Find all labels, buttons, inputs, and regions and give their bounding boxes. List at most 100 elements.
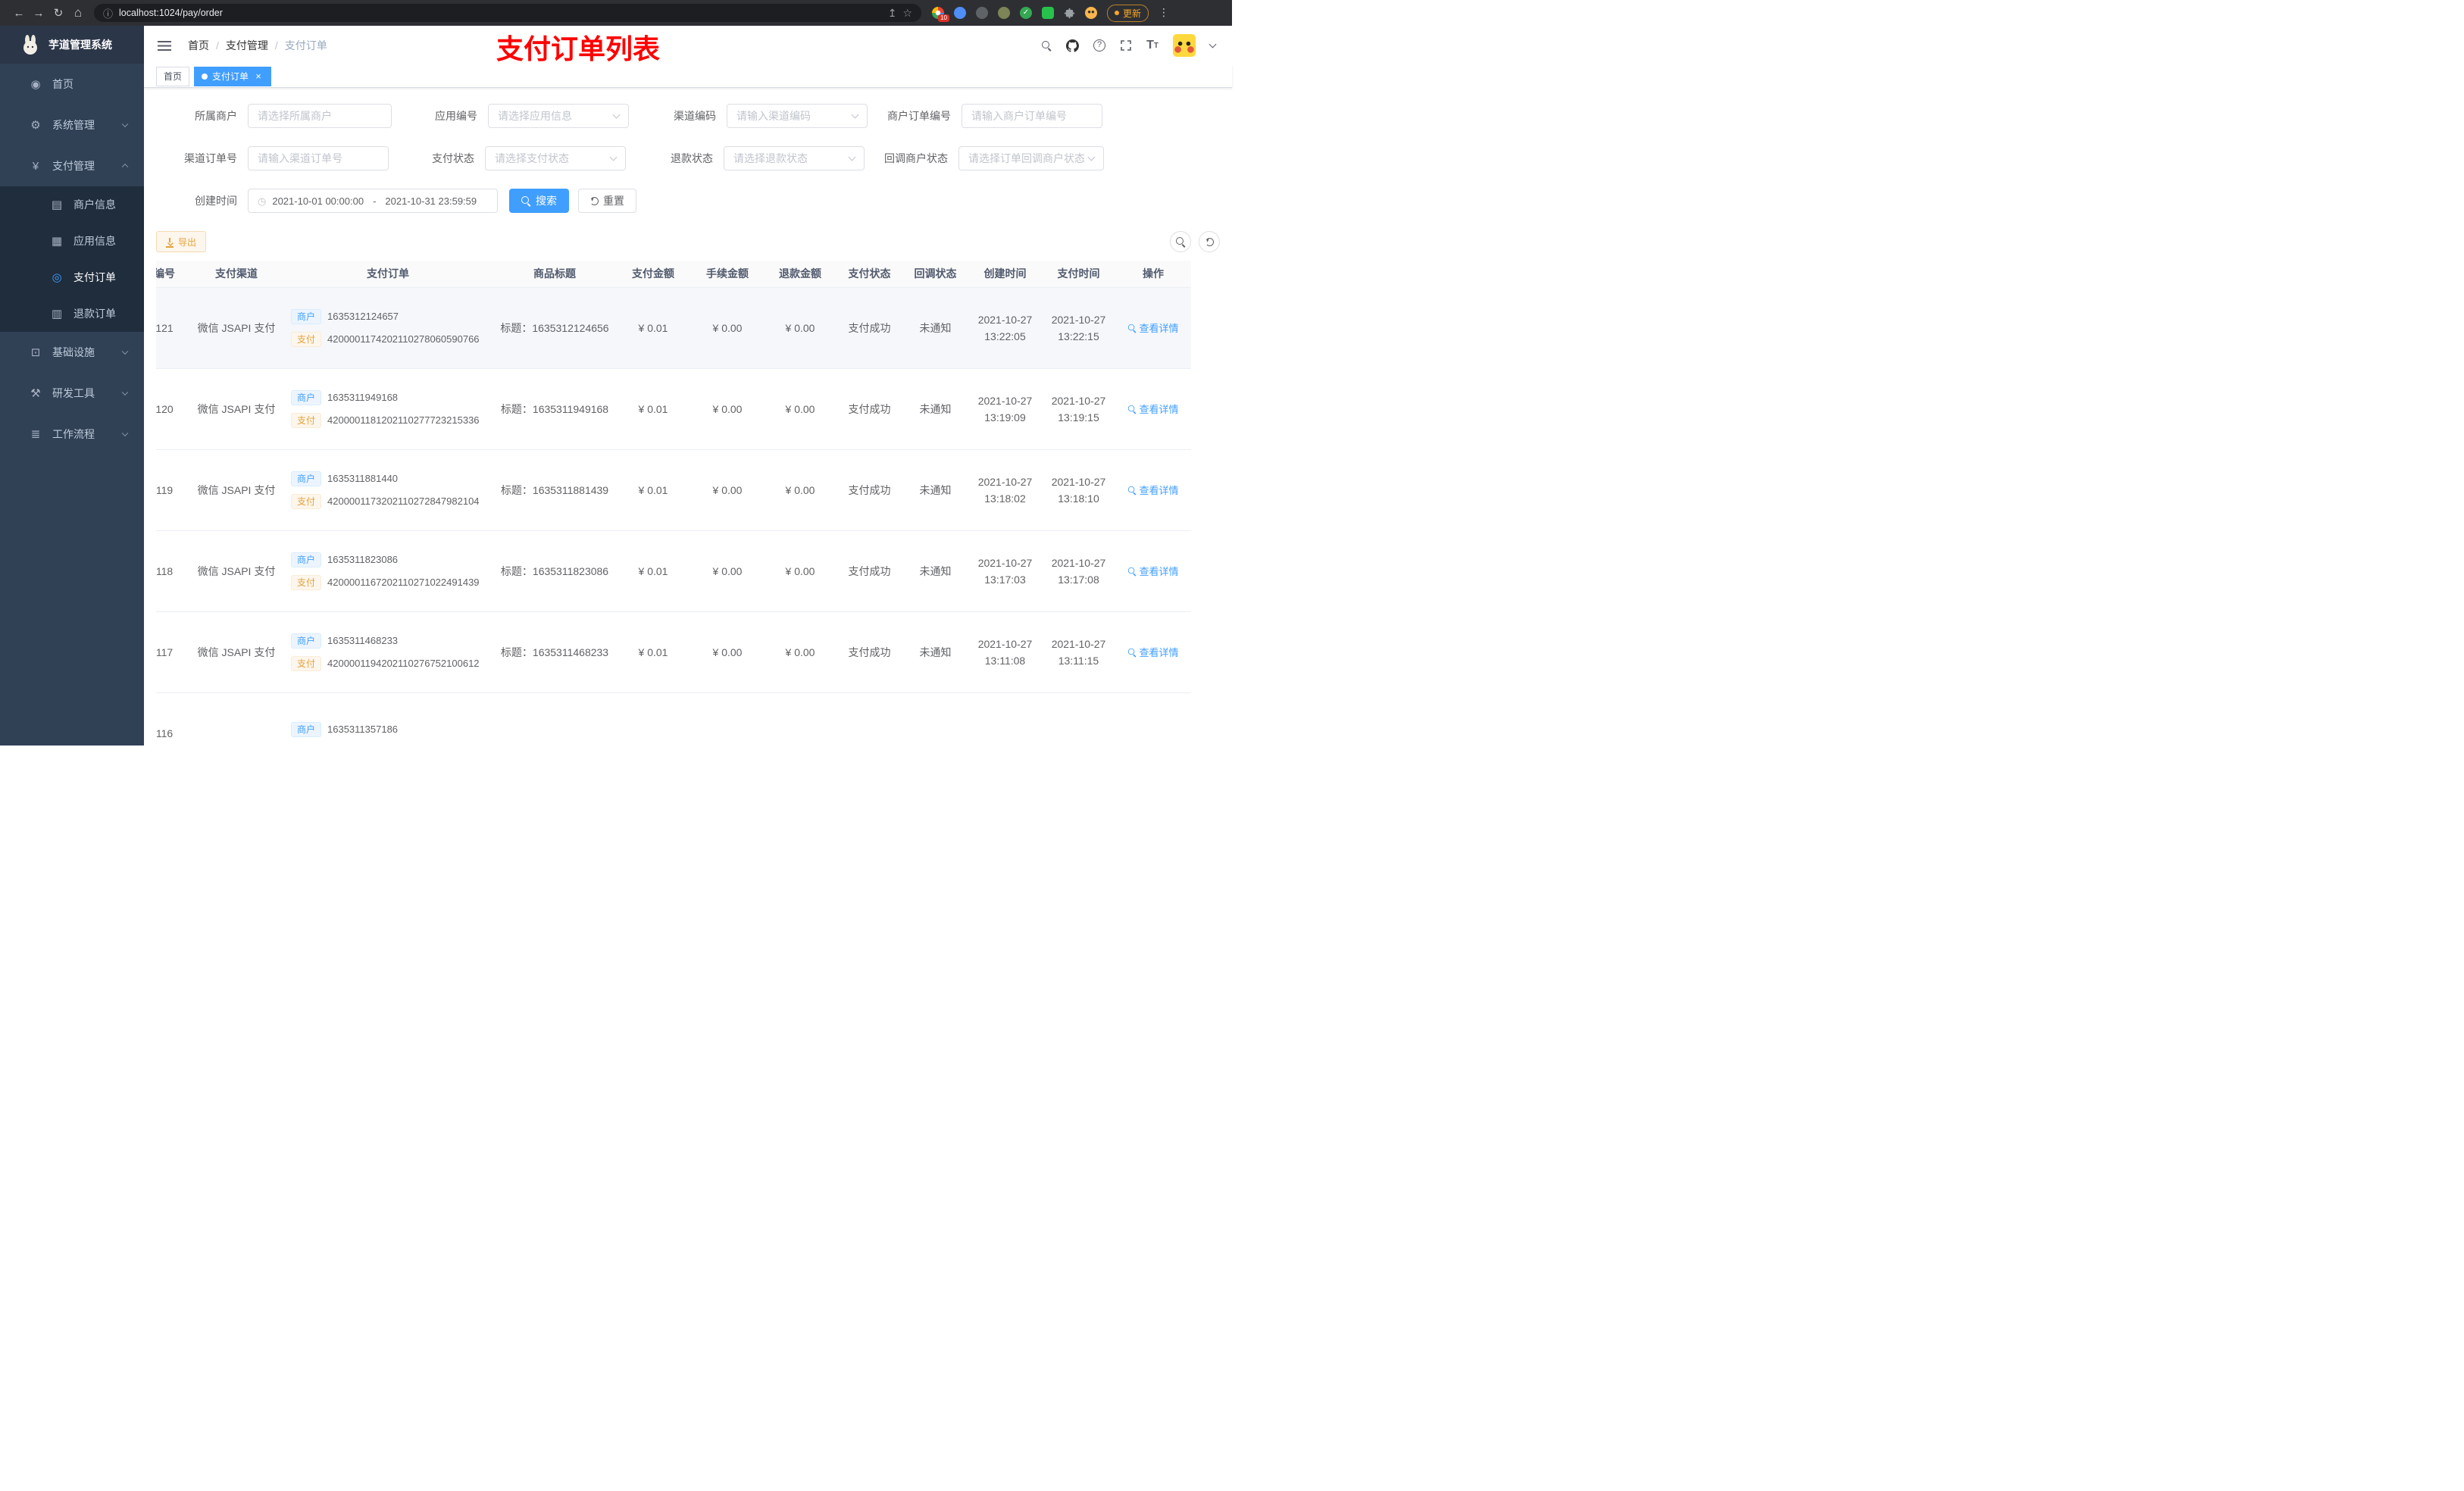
sidebar-item-system[interactable]: ⚙ 系统管理 <box>0 105 144 145</box>
date-separator: - <box>373 195 377 207</box>
date-start-value[interactable]: 2021-10-01 00:00:00 <box>272 195 364 207</box>
extension-icon[interactable]: 10 <box>932 7 949 22</box>
sidebar-item-dev-tools[interactable]: ⚒ 研发工具 <box>0 373 144 414</box>
cell-pay-order: 商户 1635311949168 支付 42000011812021102777… <box>282 368 494 450</box>
cell-title: 标题：1635311468233 <box>494 611 615 693</box>
refund-status-select[interactable]: 请选择退款状态 <box>724 146 865 170</box>
pay-status-select[interactable]: 请选择支付状态 <box>485 146 626 170</box>
extension-icon[interactable] <box>1042 7 1054 19</box>
tab-pay-order[interactable]: 支付订单 <box>194 66 272 86</box>
cell-pay-time: 2021-10-27 13:17:08 <box>1042 530 1115 612</box>
merchant-select[interactable]: 请选择所属商户 <box>248 104 392 128</box>
app-select[interactable]: 请选择应用信息 <box>488 104 629 128</box>
github-link[interactable] <box>1066 39 1080 52</box>
extensions-puzzle-icon[interactable] <box>1064 8 1075 19</box>
cell-channel: 微信 JSAPI 支付 <box>191 368 282 450</box>
forward-icon[interactable] <box>29 3 48 23</box>
pay-tag: 支付 <box>291 574 322 590</box>
sidebar-item-home[interactable]: ◉ 首页 <box>0 64 144 105</box>
refresh-icon <box>590 196 599 205</box>
extension-icon[interactable] <box>1020 7 1032 19</box>
app-grid-icon: ▦ <box>51 235 63 248</box>
col-pay-time: 支付时间 <box>1042 261 1115 288</box>
sidebar-item-merchant-info[interactable]: ▤ 商户信息 <box>0 186 144 223</box>
filter-form: 所属商户 请选择所属商户 应用编号 请选择应用信息 渠道编码 请输入渠道编码 商… <box>144 88 1232 213</box>
back-icon[interactable] <box>9 3 29 23</box>
profile-avatar-icon[interactable] <box>1085 7 1097 19</box>
share-icon[interactable] <box>888 7 897 20</box>
sidebar-item-workflow[interactable]: ≣ 工作流程 <box>0 414 144 455</box>
create-time-range-picker[interactable]: 2021-10-01 00:00:00 - 2021-10-31 23:59:5… <box>248 189 498 213</box>
browser-update-button[interactable]: 更新 <box>1107 4 1149 22</box>
cell-notify-status: 未通知 <box>902 287 968 369</box>
view-detail-link[interactable]: 查看详情 <box>1127 483 1179 497</box>
notify-status-select[interactable]: 请选择订单回调商户状态 <box>958 146 1104 170</box>
view-detail-label: 查看详情 <box>1139 485 1179 496</box>
select-caret-icon <box>848 153 856 161</box>
url-text[interactable]: localhost:1024/pay/order <box>119 8 882 18</box>
home-icon[interactable] <box>68 3 88 23</box>
fullscreen-button[interactable] <box>1120 39 1132 52</box>
reset-button[interactable]: 重置 <box>578 189 636 213</box>
close-icon[interactable] <box>253 70 264 82</box>
table-header-row: 编号 支付渠道 支付订单 商品标题 支付金额 手续金额 退款金额 支付状态 回调… <box>156 261 1191 288</box>
site-info-icon[interactable] <box>103 6 113 20</box>
sidebar-item-refund-order[interactable]: ▥ 退款订单 <box>0 295 144 332</box>
sidebar-item-app-info[interactable]: ▦ 应用信息 <box>0 223 144 259</box>
rabbit-logo-icon <box>23 35 37 55</box>
header-actions <box>1042 34 1232 57</box>
channel-pay-no: 4200001181202110277723215336 <box>327 414 480 426</box>
header-search-button[interactable] <box>1042 40 1052 51</box>
merchant-tag: 商户 <box>291 389 322 405</box>
help-button[interactable] <box>1093 39 1106 52</box>
merchant-order-no: 1635311468233 <box>327 635 399 646</box>
table-row: 121 微信 JSAPI 支付 商户 1635312124657 支付 4200… <box>156 287 1191 369</box>
col-title: 商品标题 <box>494 261 615 288</box>
cell-channel: 微信 JSAPI 支付 <box>191 611 282 693</box>
extension-icon[interactable] <box>954 7 966 19</box>
sidebar-item-payment[interactable]: ¥ 支付管理 <box>0 145 144 186</box>
merchant-order-no-input[interactable]: 请输入商户订单编号 <box>962 104 1102 128</box>
avatar-dropdown-caret-icon[interactable] <box>1209 40 1217 48</box>
cell-pay-status: 支付成功 <box>836 530 902 612</box>
reload-icon[interactable] <box>48 3 68 23</box>
date-end-value[interactable]: 2021-10-31 23:59:59 <box>385 195 477 207</box>
table-row: 119 微信 JSAPI 支付 商户 1635311881440 支付 4200… <box>156 449 1191 531</box>
view-detail-link[interactable]: 查看详情 <box>1127 645 1179 659</box>
export-button[interactable]: 导出 <box>156 231 207 252</box>
tab-label: 支付订单 <box>212 71 249 82</box>
font-size-icon[interactable] <box>1146 39 1159 52</box>
channel-order-no-input[interactable]: 请输入渠道订单号 <box>248 146 389 170</box>
table-row: 118 微信 JSAPI 支付 商户 1635311823086 支付 4200… <box>156 530 1191 612</box>
search-button[interactable]: 搜索 <box>509 189 569 213</box>
app-logo[interactable]: 芋道管理系统 <box>0 26 144 64</box>
view-detail-link[interactable]: 查看详情 <box>1127 564 1179 578</box>
sidebar-item-infrastructure[interactable]: ⊡ 基础设施 <box>0 332 144 373</box>
tab-home[interactable]: 首页 <box>156 66 190 86</box>
channel-code-select[interactable]: 请输入渠道编码 <box>727 104 868 128</box>
refresh-table-button[interactable] <box>1199 231 1220 252</box>
browser-menu-icon[interactable] <box>1159 6 1169 20</box>
sidebar-toggle-icon[interactable] <box>158 40 171 51</box>
search-label: 搜索 <box>536 195 557 207</box>
sidebar-item-pay-order[interactable]: ◎ 支付订单 <box>0 259 144 295</box>
view-detail-link[interactable]: 查看详情 <box>1127 402 1179 416</box>
cell-notify-status: 未通知 <box>902 611 968 693</box>
toggle-search-button[interactable] <box>1170 231 1191 252</box>
cell-id: 121 <box>156 287 191 369</box>
extension-icon[interactable] <box>998 7 1010 19</box>
view-detail-label: 查看详情 <box>1139 566 1179 577</box>
user-avatar[interactable] <box>1173 34 1196 57</box>
merchant-tag: 商户 <box>291 552 322 567</box>
chevron-icon <box>121 120 129 128</box>
cell-notify-status: 未通知 <box>902 368 968 450</box>
pay-tag: 支付 <box>291 655 322 671</box>
address-bar[interactable]: localhost:1024/pay/order <box>94 4 921 22</box>
bookmark-star-icon[interactable] <box>902 7 912 20</box>
extension-icon[interactable] <box>976 7 988 19</box>
cell-pay-order: 商户 1635311823086 支付 42000011672021102710… <box>282 530 494 612</box>
col-pay-amount: 支付金额 <box>615 261 691 288</box>
breadcrumb-home[interactable]: 首页 <box>188 38 209 53</box>
view-detail-link[interactable]: 查看详情 <box>1127 320 1179 335</box>
breadcrumb-pay-manage[interactable]: 支付管理 <box>226 38 268 53</box>
